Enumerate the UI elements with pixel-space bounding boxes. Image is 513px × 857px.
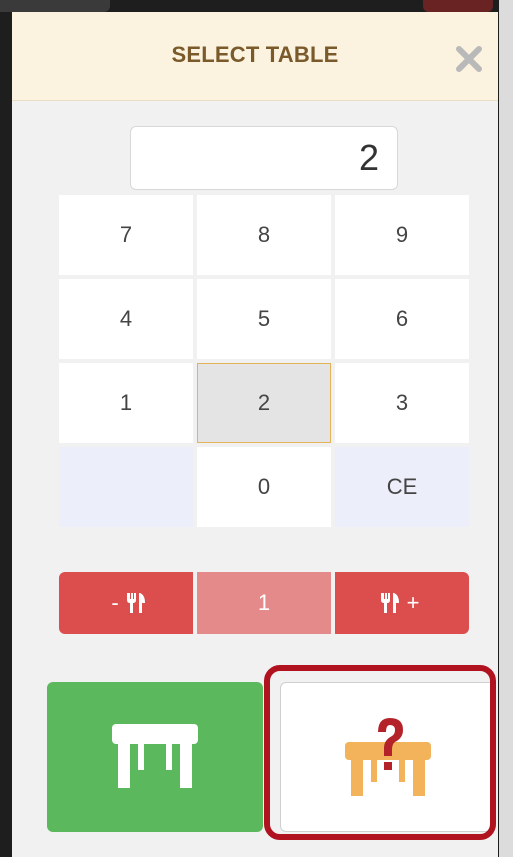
covers-control: - 1 + [59, 572, 469, 634]
unknown-table-button[interactable] [280, 682, 496, 832]
modal-header: SELECT TABLE [12, 12, 498, 101]
close-button[interactable] [452, 42, 486, 76]
modal-title: SELECT TABLE [171, 42, 339, 67]
increase-covers-button[interactable]: + [335, 572, 469, 634]
cutlery-icon [380, 593, 399, 613]
table-icon [112, 724, 198, 788]
key-4[interactable]: 4 [59, 279, 193, 359]
key-7[interactable]: 7 [59, 195, 193, 275]
table-question-icon [345, 718, 431, 796]
numeric-keypad: 7 8 9 4 5 6 1 2 3 0 CE [59, 195, 469, 531]
background-button [423, 0, 493, 12]
assign-table-button[interactable] [47, 682, 263, 832]
background-tab [0, 0, 110, 12]
background-panel [499, 0, 513, 857]
table-number-display[interactable]: 2 [130, 126, 398, 190]
plus-label: + [406, 590, 420, 615]
key-3[interactable]: 3 [335, 363, 469, 443]
minus-label: - [111, 590, 119, 615]
key-8[interactable]: 8 [197, 195, 331, 275]
key-blank [59, 447, 193, 527]
key-2[interactable]: 2 [197, 363, 331, 443]
key-0[interactable]: 0 [197, 447, 331, 527]
key-clear-entry[interactable]: CE [335, 447, 469, 527]
key-6[interactable]: 6 [335, 279, 469, 359]
key-9[interactable]: 9 [335, 195, 469, 275]
table-number-value: 2 [358, 137, 379, 178]
covers-count: 1 [197, 572, 331, 634]
close-icon [456, 46, 482, 72]
key-1[interactable]: 1 [59, 363, 193, 443]
key-5[interactable]: 5 [197, 279, 331, 359]
decrease-covers-button[interactable]: - [59, 572, 193, 634]
select-table-modal: SELECT TABLE 2 7 8 9 4 5 6 1 2 3 0 CE - [12, 12, 498, 857]
cutlery-icon [126, 593, 145, 613]
